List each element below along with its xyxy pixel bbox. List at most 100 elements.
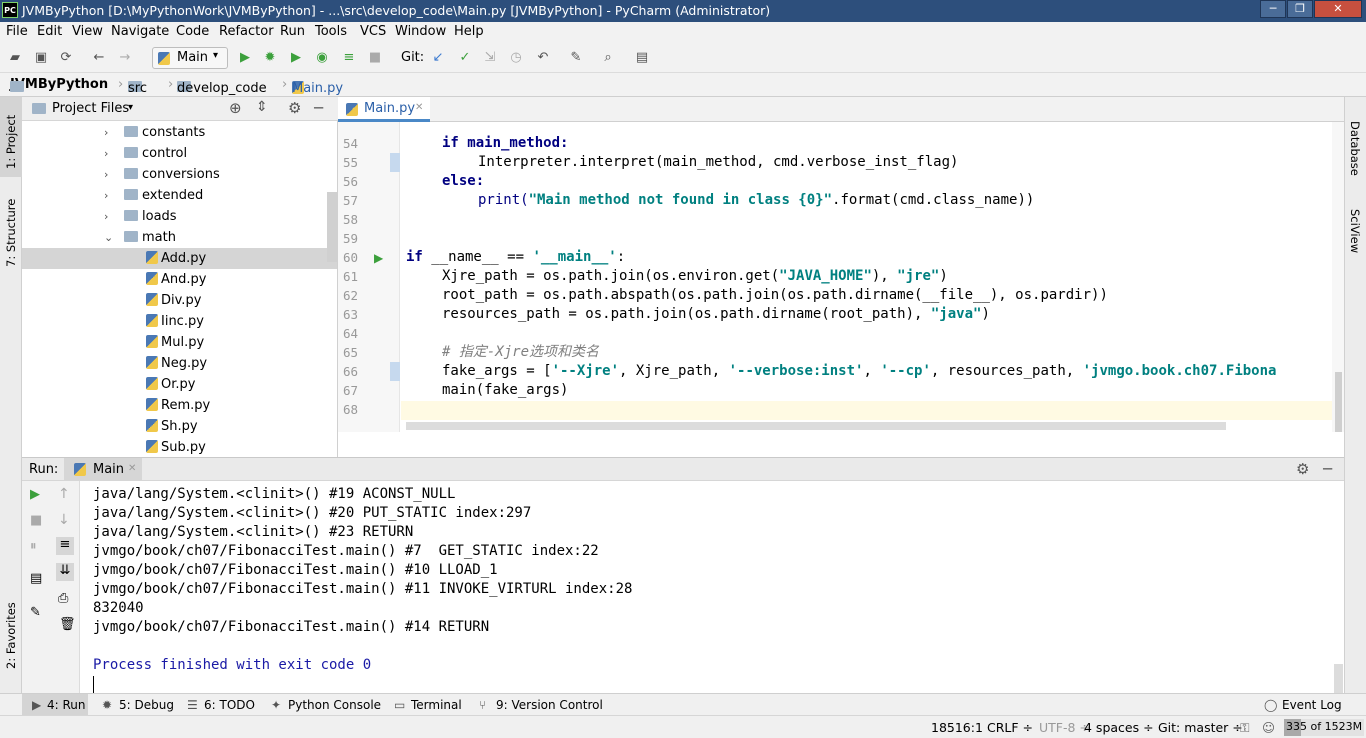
- search-icon[interactable]: ⌕: [600, 50, 616, 66]
- tree-file[interactable]: Rem.py: [22, 395, 327, 416]
- menu-code[interactable]: Code: [176, 24, 209, 39]
- close-icon[interactable]: ✕: [415, 102, 423, 113]
- code-line-62[interactable]: root_path = os.path.abspath(os.path.join…: [442, 286, 1108, 305]
- menu-vcs[interactable]: VCS: [360, 24, 386, 39]
- structure-icon[interactable]: ▤: [634, 50, 650, 66]
- tree-folder-control[interactable]: › control: [22, 143, 327, 164]
- menu-refactor[interactable]: Refactor: [219, 24, 274, 39]
- structure-tool-tab[interactable]: 7: Structure: [4, 199, 18, 267]
- run-gutter-icon[interactable]: ▶: [374, 251, 383, 265]
- scroll-up-icon[interactable]: ↑: [58, 486, 70, 502]
- gear-icon[interactable]: ⚙: [288, 99, 301, 117]
- stop-icon[interactable]: ■: [367, 50, 383, 66]
- tree-file[interactable]: Div.py: [22, 290, 327, 311]
- editor-vertical-scrollbar[interactable]: [1332, 122, 1344, 432]
- sciview-tool-tab[interactable]: SciView: [1348, 209, 1362, 253]
- tool-tab-terminal[interactable]: Terminal: [411, 698, 462, 712]
- tree-folder-constants[interactable]: › constants: [22, 122, 327, 143]
- inspector-icon[interactable]: ☺: [1262, 720, 1275, 735]
- tool-tab-run[interactable]: ▶ 4: Run: [22, 694, 88, 716]
- menu-navigate[interactable]: Navigate: [111, 24, 169, 39]
- close-icon[interactable]: ✕: [128, 463, 136, 474]
- tool-tab-python-console[interactable]: Python Console: [288, 698, 381, 712]
- hide-icon[interactable]: ─: [314, 99, 323, 117]
- caret-position[interactable]: 18516:1: [931, 720, 983, 735]
- profile-icon[interactable]: ◉: [314, 50, 330, 66]
- tree-file-selected[interactable]: Add.py: [22, 248, 337, 269]
- indent-setting[interactable]: 4 spaces ÷: [1084, 720, 1154, 735]
- tree-file[interactable]: Sh.py: [22, 416, 327, 437]
- debug-icon[interactable]: ✹: [262, 50, 278, 66]
- tool-tab-todo[interactable]: 6: TODO: [204, 698, 255, 712]
- code-line-60[interactable]: if __name__ == '__main__':: [406, 248, 625, 267]
- menu-tools[interactable]: Tools: [315, 24, 347, 39]
- tree-folder-conversions[interactable]: › conversions: [22, 164, 327, 185]
- scroll-down-icon[interactable]: ↓: [58, 512, 70, 528]
- locate-icon[interactable]: ⊕: [229, 99, 242, 117]
- menu-edit[interactable]: Edit: [37, 24, 62, 39]
- tool-tab-debug[interactable]: 5: Debug: [119, 698, 174, 712]
- save-icon[interactable]: ▣: [33, 50, 49, 66]
- tool-tab-version-control[interactable]: 9: Version Control: [496, 698, 603, 712]
- git-commit-icon[interactable]: ✓: [457, 50, 473, 66]
- pin-icon[interactable]: ✎: [30, 605, 41, 620]
- layout-icon[interactable]: ▤: [30, 571, 42, 586]
- soft-wrap-icon[interactable]: ≡: [56, 537, 74, 555]
- code-line-61[interactable]: Xjre_path = os.path.join(os.environ.get(…: [442, 267, 948, 286]
- scroll-to-end-icon[interactable]: ⇊: [56, 563, 74, 581]
- code-line-66[interactable]: fake_args = ['--Xjre', Xjre_path, '--ver…: [442, 362, 1330, 381]
- project-scrollbar[interactable]: [327, 192, 337, 262]
- code-line-57[interactable]: print("Main method not found in class {0…: [478, 191, 1034, 210]
- run-icon[interactable]: ▶: [237, 50, 253, 66]
- forward-icon[interactable]: →: [117, 50, 133, 66]
- favorites-tool-tab[interactable]: 2: Favorites: [4, 602, 18, 669]
- back-icon[interactable]: ←: [91, 50, 107, 66]
- console-scrollbar[interactable]: [1334, 664, 1343, 694]
- memory-indicator[interactable]: 335 of 1523M: [1284, 719, 1364, 736]
- settings-wrench-icon[interactable]: ✎: [568, 50, 584, 66]
- file-encoding[interactable]: UTF-8 ÷: [1039, 720, 1090, 735]
- chevron-down-icon[interactable]: ▾: [128, 102, 133, 113]
- line-separator[interactable]: CRLF ÷: [987, 720, 1033, 735]
- collapse-all-icon[interactable]: ⇕: [256, 99, 268, 115]
- code-line-67[interactable]: main(fake_args): [442, 381, 568, 400]
- tree-file[interactable]: Iinc.py: [22, 311, 327, 332]
- menu-window[interactable]: Window: [395, 24, 446, 39]
- minimize-button[interactable]: ─: [1260, 0, 1286, 18]
- maximize-button[interactable]: ❐: [1287, 0, 1313, 18]
- database-tool-tab[interactable]: Database: [1348, 121, 1362, 176]
- tool-tab-event-log[interactable]: Event Log: [1282, 698, 1342, 712]
- close-button[interactable]: ✕: [1314, 0, 1362, 18]
- sync-icon[interactable]: ⟳: [58, 50, 74, 66]
- coverage-icon[interactable]: ▶: [288, 50, 304, 66]
- tree-file[interactable]: Mul.py: [22, 332, 327, 353]
- git-update-icon[interactable]: ↙: [430, 50, 446, 66]
- gear-icon[interactable]: ⚙: [1296, 460, 1309, 478]
- trash-icon[interactable]: 🗑: [59, 617, 76, 632]
- git-compare-icon[interactable]: ⇲: [482, 50, 498, 66]
- run-tab-main[interactable]: Main ✕: [64, 458, 142, 481]
- project-panel-title[interactable]: Project Files: [52, 101, 129, 116]
- menu-run[interactable]: Run: [280, 24, 305, 39]
- menu-help[interactable]: Help: [454, 24, 484, 39]
- breadcrumb-project[interactable]: JVMByPython: [10, 77, 108, 92]
- history-icon[interactable]: ◷: [508, 50, 524, 66]
- git-branch[interactable]: Git: master ÷: [1158, 720, 1243, 735]
- tree-file[interactable]: Neg.py: [22, 353, 327, 374]
- project-tool-tab[interactable]: 1: Project: [0, 97, 22, 177]
- rerun-icon[interactable]: ▶: [30, 487, 40, 502]
- revert-icon[interactable]: ↶: [535, 50, 551, 66]
- pause-icon[interactable]: ⏸: [30, 539, 37, 554]
- code-line-65[interactable]: # 指定-Xjre选项和类名: [442, 343, 599, 362]
- open-folder-icon[interactable]: ▰: [7, 50, 23, 66]
- code-line-54[interactable]: if main_method:: [442, 134, 568, 153]
- concurrency-icon[interactable]: ≡: [341, 50, 357, 66]
- stop-icon[interactable]: ■: [30, 513, 42, 528]
- menu-view[interactable]: View: [72, 24, 103, 39]
- print-icon[interactable]: ⎙: [58, 591, 68, 606]
- tree-folder-extended[interactable]: › extended: [22, 185, 327, 206]
- tree-file[interactable]: And.py: [22, 269, 327, 290]
- code-line-55[interactable]: Interpreter.interpret(main_method, cmd.v…: [478, 153, 958, 172]
- tree-file[interactable]: Or.py: [22, 374, 327, 395]
- hide-icon[interactable]: ─: [1323, 460, 1332, 478]
